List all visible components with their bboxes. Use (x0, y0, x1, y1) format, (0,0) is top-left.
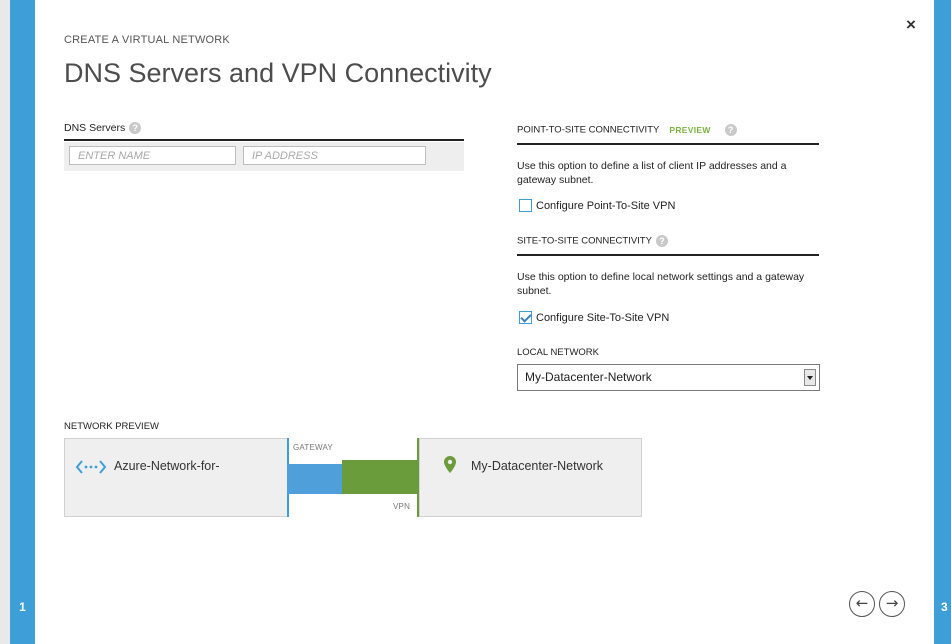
next-step-number: 3 (941, 600, 948, 614)
point-to-site-checkbox-label[interactable]: Configure Point-To-Site VPN (536, 200, 675, 212)
local-network-name: My-Datacenter-Network (471, 459, 603, 473)
point-to-site-divider (517, 143, 819, 145)
point-to-site-heading-text: POINT-TO-SITE CONNECTIVITY (517, 124, 660, 136)
next-button[interactable]: → (879, 591, 905, 617)
site-to-site-checkbox-label[interactable]: Configure Site-To-Site VPN (536, 312, 669, 324)
dns-ip-input[interactable] (243, 146, 426, 165)
point-to-site-heading: POINT-TO-SITE CONNECTIVITY PREVIEW? (517, 124, 737, 136)
next-step-bar[interactable] (934, 0, 951, 644)
site-to-site-description: Use this option to define local network … (517, 271, 805, 297)
site-to-site-checkbox[interactable] (519, 311, 532, 324)
current-step-number: 1 (19, 600, 26, 614)
point-to-site-checkbox[interactable] (519, 199, 532, 212)
dns-servers-label: DNS Servers? (64, 122, 142, 135)
wizard-eyebrow: CREATE A VIRTUAL NETWORK (64, 34, 230, 46)
local-network-select[interactable]: My-Datacenter-Network (517, 364, 820, 391)
dns-divider (64, 139, 464, 141)
site-to-site-heading: SITE-TO-SITE CONNECTIVITY? (517, 235, 668, 247)
help-icon[interactable]: ? (129, 122, 142, 135)
step-indicator-bar (10, 0, 35, 644)
preview-badge: PREVIEW (669, 124, 711, 135)
point-to-site-option[interactable]: Configure Point-To-Site VPN (519, 199, 675, 212)
arrow-left-icon: ← (855, 594, 869, 612)
arrow-right-icon: → (885, 594, 899, 612)
help-icon[interactable]: ? (724, 124, 737, 136)
page-title: DNS Servers and VPN Connectivity (64, 58, 492, 88)
chevron-down-icon[interactable] (804, 369, 816, 386)
site-to-site-divider (517, 254, 819, 256)
point-to-site-description: Use this option to define a list of clie… (517, 160, 787, 186)
virtual-network-name: Azure-Network-for- (114, 459, 220, 473)
vpn-label: VPN (393, 502, 411, 511)
site-to-site-option[interactable]: Configure Site-To-Site VPN (519, 311, 669, 324)
help-icon[interactable]: ? (655, 235, 668, 247)
back-button[interactable]: ← (849, 591, 875, 617)
local-network-label: LOCAL NETWORK (517, 347, 599, 358)
gateway-label: GATEWAY (293, 443, 333, 452)
close-button[interactable]: × (906, 16, 916, 33)
local-network-card: My-Datacenter-Network (419, 438, 642, 517)
location-pin-icon (444, 456, 456, 473)
site-to-site-heading-text: SITE-TO-SITE CONNECTIVITY (517, 235, 652, 247)
local-network-value: My-Datacenter-Network (525, 370, 652, 384)
dns-servers-label-text: DNS Servers (64, 122, 126, 134)
network-preview-label: NETWORK PREVIEW (64, 421, 160, 432)
dns-name-input[interactable] (69, 146, 236, 165)
virtual-network-card: Azure-Network-for- (64, 438, 288, 517)
dns-servers-table (64, 142, 464, 171)
virtual-network-icon (75, 460, 107, 474)
